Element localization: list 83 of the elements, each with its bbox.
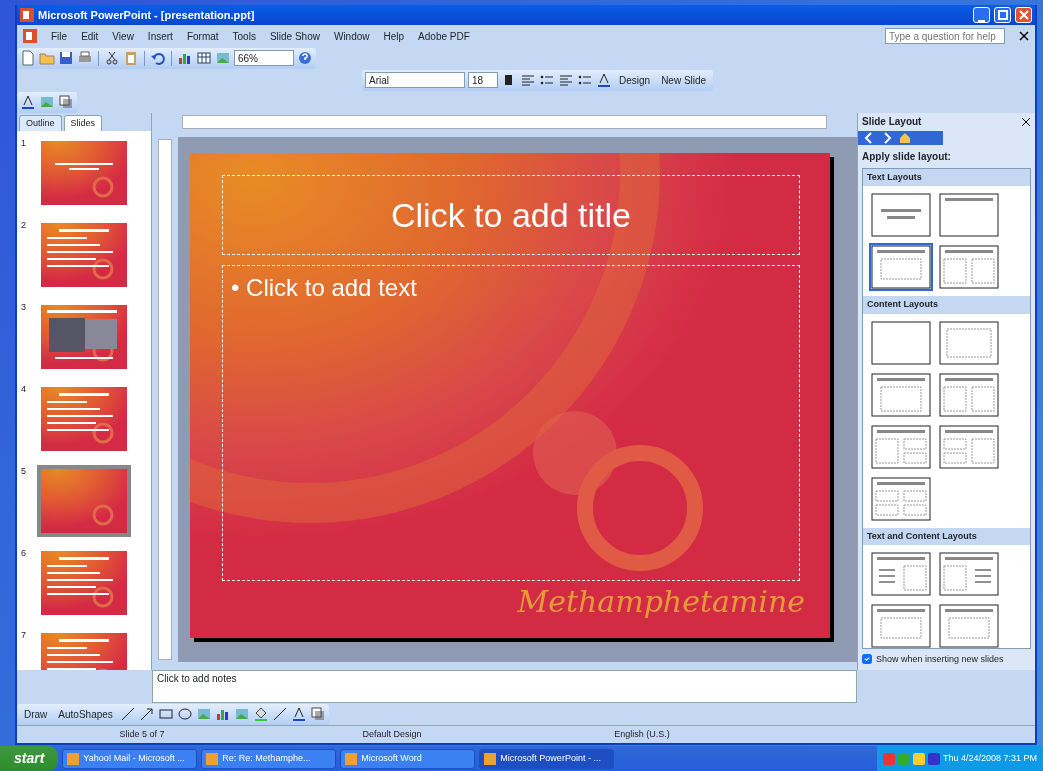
section-heading: Content Layouts [863,296,1030,314]
slide-number: 4 [21,383,27,396]
help-field[interactable]: Type a question for help [885,28,1005,44]
toolbar-button[interactable]: New Slide [657,72,711,88]
font-color-icon[interactable] [20,94,36,110]
close-icon[interactable] [1019,31,1029,41]
menu-item[interactable]: Help [383,28,405,44]
paint-bucket-icon[interactable] [252,706,269,722]
maximize-icon [997,10,1008,20]
show-slides-checkbox[interactable] [862,654,872,665]
status-text: Default Design [361,727,423,741]
slide-number: 3 [21,301,27,314]
menu-item[interactable]: Window [333,28,370,44]
autoshapes-menu-button[interactable]: AutoShapes [54,706,117,722]
status-text: Slide 5 of 7 [118,727,166,741]
menu-item[interactable]: Edit [81,28,99,44]
status-text: English (U.S.) [613,727,671,741]
pane-tab[interactable]: Slides [63,115,103,131]
close-icon [1018,10,1029,20]
home-icon[interactable] [898,130,912,145]
menu-item[interactable]: Adobe PDF [418,28,470,44]
task-pane-title: Slide Layout [862,115,923,130]
app-icon [484,752,497,765]
font-dropdown[interactable]: Arial [365,72,465,88]
menu-item[interactable]: Insert [147,28,173,44]
clock: Thu 4/24/2008 7:31 PM [942,751,1037,765]
ellipse-icon[interactable] [176,706,193,722]
shadow-icon[interactable] [309,706,326,722]
window-title: Microsoft PowerPoint - [presentation.ppt] [38,7,256,23]
arrow-icon[interactable] [138,706,155,722]
app-icon [67,752,80,765]
menu-item[interactable]: Slide Show [269,28,320,44]
taskbar-button[interactable]: Microsoft Word [340,748,476,769]
app-icon [345,752,358,765]
slide-number: 1 [21,137,27,150]
taskbar-button[interactable]: Microsoft PowerPoint - ... [479,748,615,769]
line-icon[interactable] [271,706,288,722]
slide-number: 7 [21,629,27,642]
document-icon[interactable] [20,50,36,66]
pane-tab[interactable]: Outline [19,115,62,131]
menu-item[interactable]: View [112,28,134,44]
document-menu-icon[interactable] [23,29,37,43]
decorative-text: Methamphetamine [517,583,805,621]
minimize-icon [978,20,985,22]
menu-item[interactable]: Format [186,28,219,44]
zoom-dropdown[interactable]: 66% [234,50,294,66]
shadow-icon[interactable] [58,94,74,110]
app-icon [206,752,219,765]
app-icon [20,8,34,22]
undo-arrow-icon[interactable] [150,50,166,66]
menu-item[interactable]: Tools [232,28,256,44]
start-button[interactable]: start [0,746,59,771]
minimize-button[interactable] [973,7,990,23]
body-placeholder-text: • Click to add text [230,273,418,303]
font-color-icon[interactable] [596,72,612,88]
section-heading: Text Layouts [863,168,1030,187]
clipboard-icon[interactable] [123,50,139,66]
menu-item[interactable]: File [51,28,68,44]
notes-pane[interactable]: Click to add notes [152,670,857,703]
slide-thumbnail[interactable] [37,465,131,537]
maximize-button[interactable] [994,7,1011,23]
tray-icon[interactable] [927,752,940,765]
checkbox-label: Show when inserting new slides [876,652,1004,666]
notes-placeholder: Click to add notes [157,673,237,684]
close-button[interactable] [1015,7,1032,23]
taskbar-button[interactable]: Yahoo! Mail - Microsoft ... [62,748,198,769]
layout-thumbnail[interactable] [869,243,933,292]
toolbar-button[interactable]: Design [615,72,655,88]
slide-number: 2 [21,219,27,232]
close-icon[interactable] [1021,116,1031,127]
scissors-icon[interactable] [104,50,120,66]
slide-number: 5 [21,465,27,478]
line-icon[interactable] [119,706,136,722]
picture-icon[interactable] [215,50,231,66]
taskbar-button[interactable]: Re: Re: Methamphe... [201,748,337,769]
table-icon[interactable] [196,50,212,66]
font-size-dropdown[interactable]: 18 [468,72,498,88]
draw-menu-button[interactable]: Draw [20,706,52,722]
font-color-icon[interactable] [290,706,307,722]
apply-layout-label: Apply slide layout: [861,149,952,164]
title-placeholder[interactable]: Click to add title [222,175,800,255]
help-icon[interactable] [297,50,313,66]
slide-number: 6 [21,547,27,560]
